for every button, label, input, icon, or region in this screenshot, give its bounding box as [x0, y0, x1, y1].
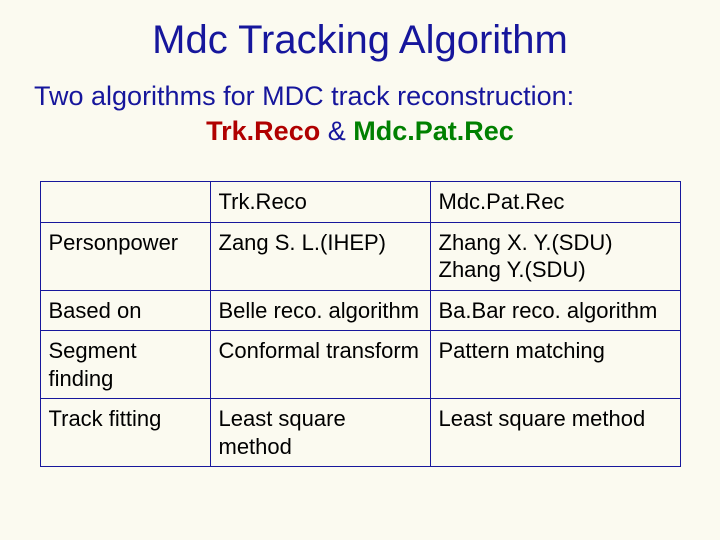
- cell-b: Ba.Bar reco. algorithm: [430, 290, 680, 331]
- cell-b: Pattern matching: [430, 331, 680, 399]
- cell-rowlabel: Track fitting: [40, 399, 210, 467]
- cell-empty: [40, 182, 210, 223]
- table-row: Based on Belle reco. algorithm Ba.Bar re…: [40, 290, 680, 331]
- cell-b: Zhang X. Y.(SDU) Zhang Y.(SDU): [430, 222, 680, 290]
- table-row: Personpower Zang S. L.(IHEP) Zhang X. Y.…: [40, 222, 680, 290]
- cell-rowlabel: Segment finding: [40, 331, 210, 399]
- algo-mdcpatrec: Mdc.Pat.Rec: [353, 116, 514, 146]
- cell-rowlabel: Based on: [40, 290, 210, 331]
- cell-head-trkreco: Trk.Reco: [210, 182, 430, 223]
- cell-a: Conformal transform: [210, 331, 430, 399]
- cell-a: Least square method: [210, 399, 430, 467]
- ampersand: &: [328, 116, 346, 146]
- slide: Mdc Tracking Algorithm Two algorithms fo…: [0, 0, 720, 540]
- table-row: Track fitting Least square method Least …: [40, 399, 680, 467]
- cell-a: Belle reco. algorithm: [210, 290, 430, 331]
- table-row: Segment finding Conformal transform Patt…: [40, 331, 680, 399]
- comparison-table: Trk.Reco Mdc.Pat.Rec Personpower Zang S.…: [40, 181, 681, 467]
- cell-a: Zang S. L.(IHEP): [210, 222, 430, 290]
- algorithm-names: Trk.Reco & Mdc.Pat.Rec: [30, 116, 690, 147]
- cell-head-mdcpat: Mdc.Pat.Rec: [430, 182, 680, 223]
- table-row: Trk.Reco Mdc.Pat.Rec: [40, 182, 680, 223]
- slide-title: Mdc Tracking Algorithm: [30, 18, 690, 63]
- intro-text: Two algorithms for MDC track reconstruct…: [30, 81, 690, 112]
- cell-rowlabel: Personpower: [40, 222, 210, 290]
- cell-b: Least square method: [430, 399, 680, 467]
- algo-trkreco: Trk.Reco: [206, 116, 320, 146]
